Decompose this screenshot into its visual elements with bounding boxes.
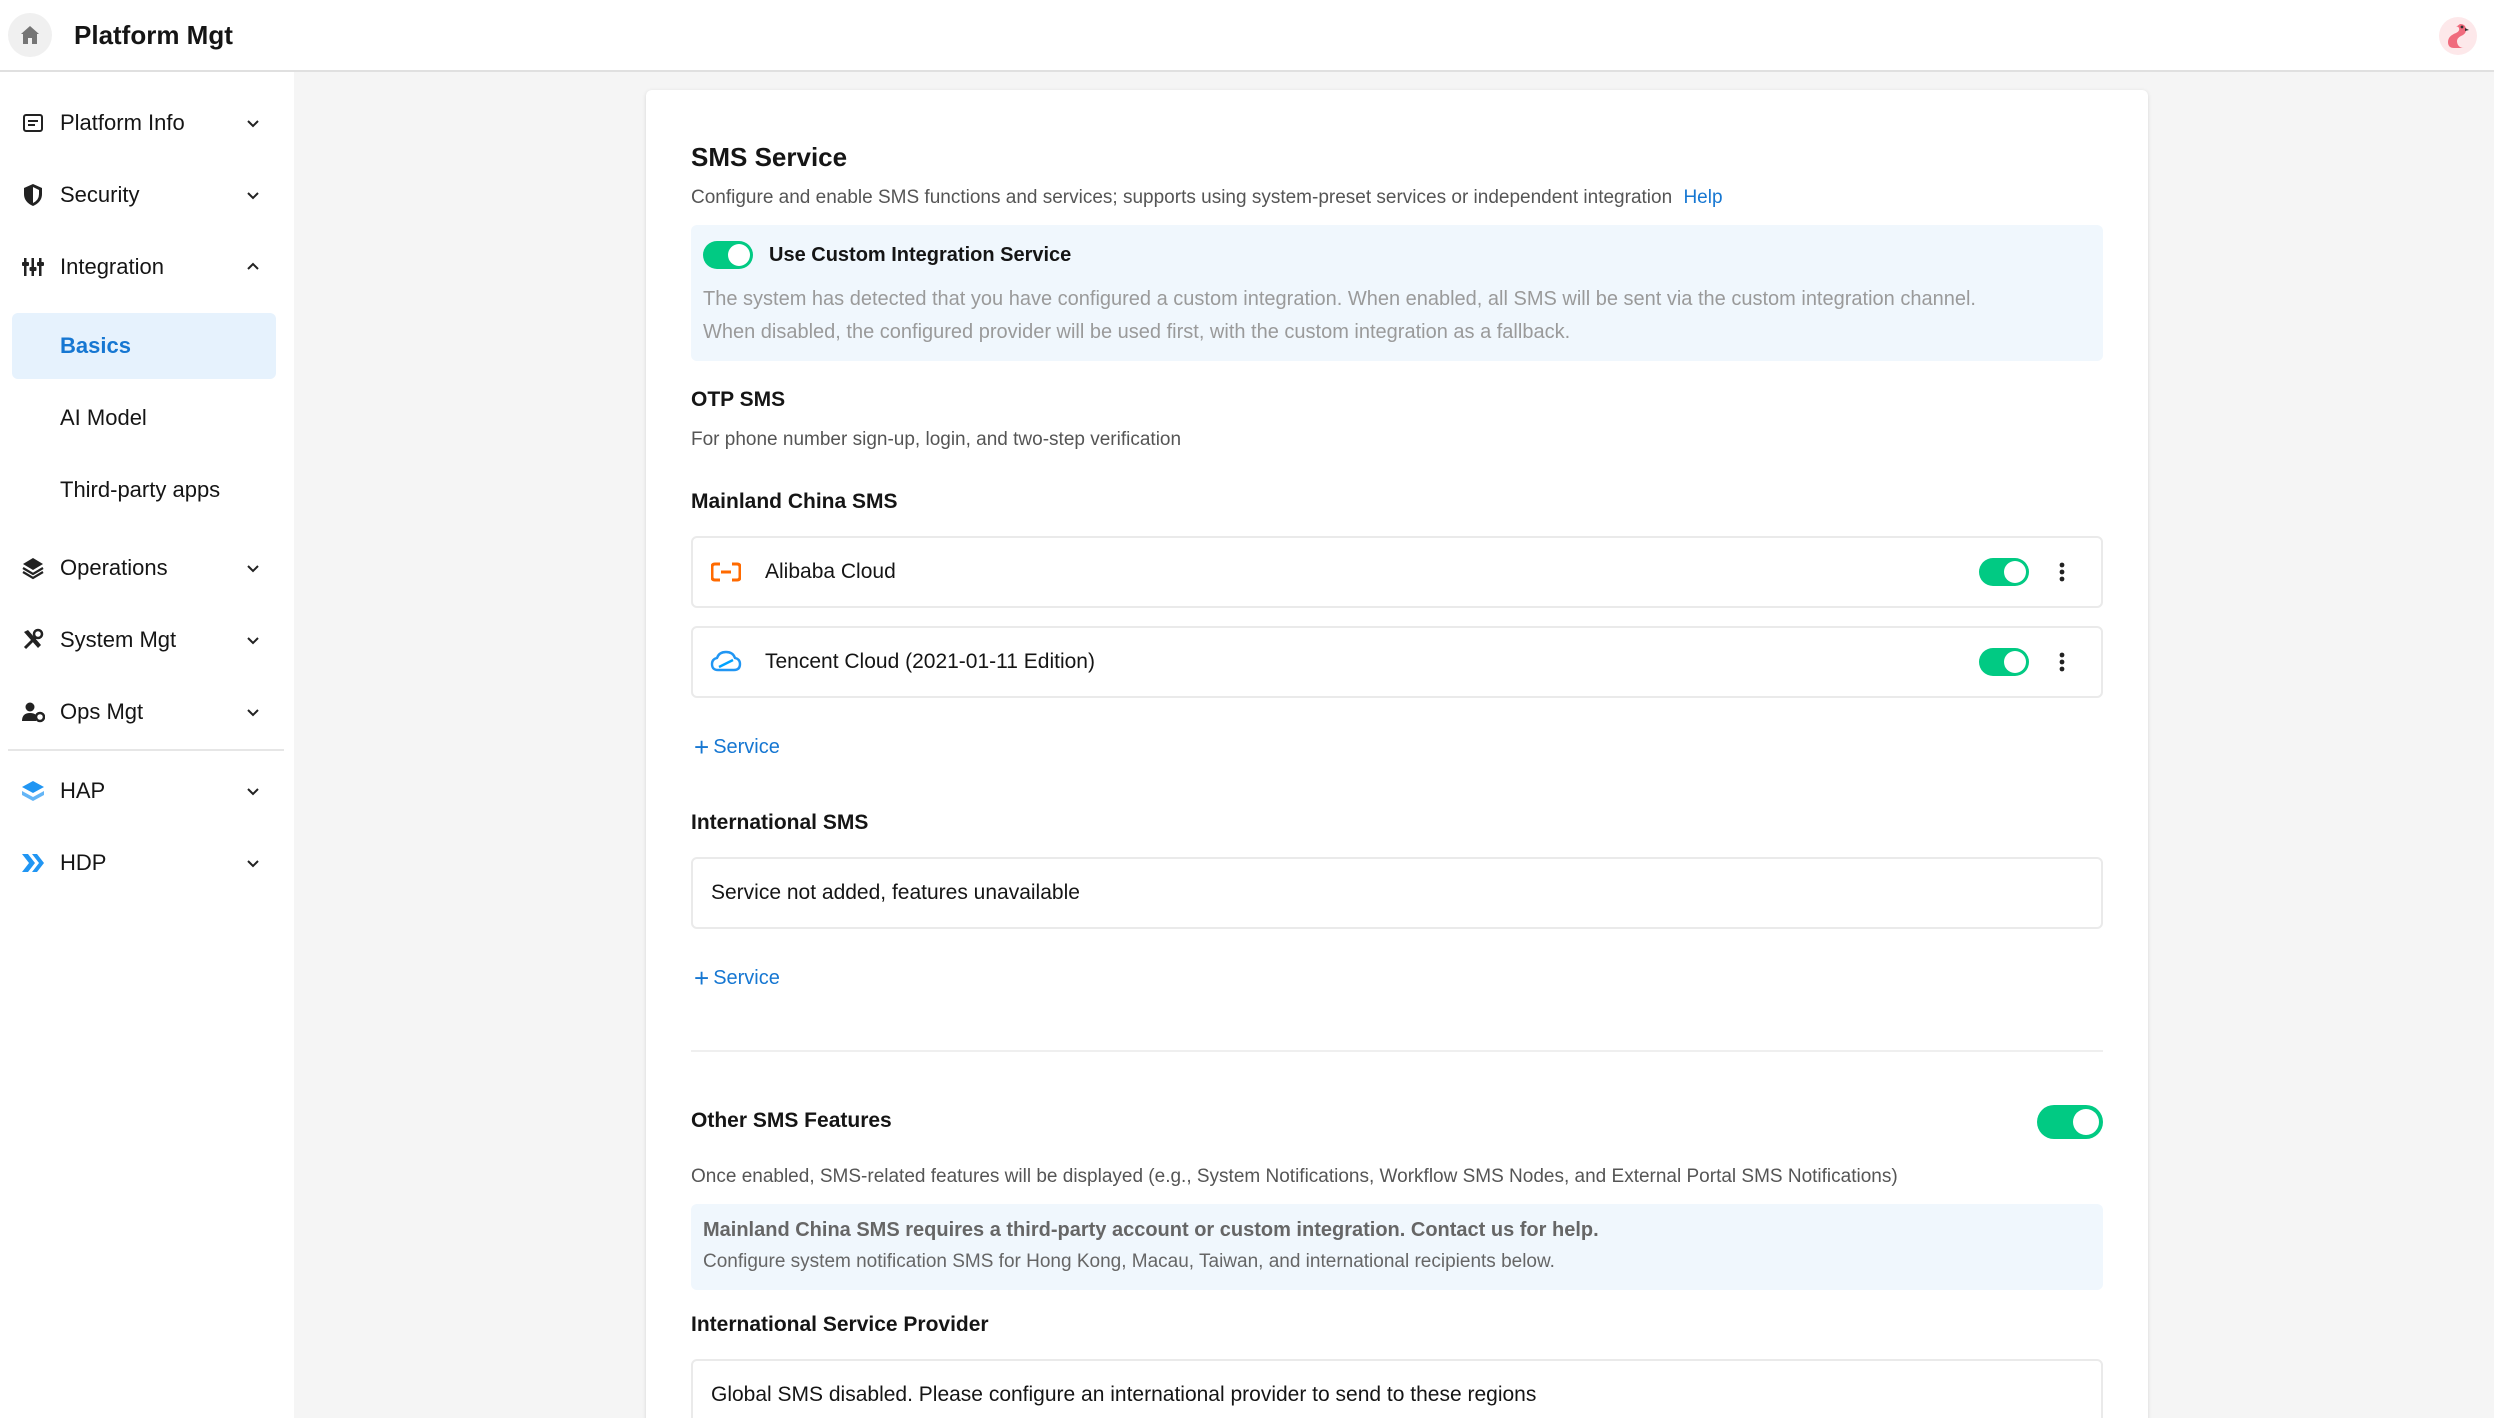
other-sms-features-toggle[interactable]: [2037, 1105, 2103, 1139]
add-mainland-service-button[interactable]: + Service: [694, 734, 780, 760]
sidebar-subitem-ai-model[interactable]: AI Model: [12, 385, 276, 451]
sidebar: Platform Info Security Integration Basic…: [0, 72, 294, 1418]
other-sms-notice-line: Configure system notification SMS for Ho…: [703, 1251, 1555, 1272]
sidebar-item-security[interactable]: Security: [12, 165, 278, 225]
intl-provider-title: International Service Provider: [691, 1313, 989, 1336]
avatar-flamingo-icon: [2439, 17, 2477, 55]
sidebar-item-operations[interactable]: Operations: [12, 538, 278, 598]
sidebar-divider: [8, 749, 284, 751]
intl-provider-empty-state: Global SMS disabled. Please configure an…: [691, 1359, 2103, 1418]
sidebar-item-label: Operations: [60, 555, 168, 580]
sidebar-item-label: System Mgt: [60, 627, 177, 652]
top-bar: Platform Mgt: [0, 0, 2494, 72]
other-sms-features-title: Other SMS Features: [691, 1109, 892, 1132]
sidebar-item-label: HAP: [60, 778, 106, 803]
custom-integration-label: Use Custom Integration Service: [769, 244, 1072, 266]
sidebar-item-label: HDP: [60, 850, 107, 875]
provider-row-tencent: Tencent Cloud (2021-01-11 Edition): [691, 626, 2103, 698]
provider-name: Tencent Cloud (2021-01-11 Edition): [765, 650, 1095, 673]
section-divider: [691, 1050, 2103, 1052]
home-icon: [21, 26, 39, 44]
chevron-up-icon: [242, 256, 264, 278]
other-sms-notice-bold: Mainland China SMS requires a third-part…: [703, 1219, 1599, 1241]
tencent-cloud-icon: [709, 645, 743, 679]
sms-settings-card: SMS Service Configure and enable SMS fun…: [646, 90, 2148, 1418]
sidebar-item-hdp[interactable]: HDP: [12, 833, 278, 893]
sidebar-item-label: Ops Mgt: [60, 699, 144, 724]
chevron-down-icon: [242, 112, 264, 134]
home-button[interactable]: [8, 13, 52, 57]
plus-icon: +: [694, 963, 710, 993]
tools-icon: [20, 627, 46, 653]
plus-icon: +: [694, 732, 710, 762]
provider-name: Alibaba Cloud: [765, 560, 896, 583]
more-options-icon[interactable]: [2047, 647, 2077, 677]
custom-integration-toggle[interactable]: [703, 241, 753, 269]
hap-icon: [20, 778, 46, 804]
otp-sms-title: OTP SMS: [691, 388, 786, 411]
sidebar-subitem-basics[interactable]: Basics: [12, 313, 276, 379]
sidebar-item-platform-info[interactable]: Platform Info: [12, 93, 278, 153]
layers-icon: [20, 555, 46, 581]
sidebar-item-ops-mgt[interactable]: Ops Mgt: [12, 682, 278, 742]
user-gear-icon: [20, 699, 46, 725]
section-title-sms: SMS Service: [691, 142, 848, 172]
sms-description: Configure and enable SMS functions and s…: [691, 187, 1723, 209]
info-card-icon: [20, 110, 46, 136]
sidebar-item-label: Platform Info: [60, 110, 185, 135]
custom-integration-panel: Use Custom Integration Service The syste…: [691, 225, 2103, 361]
sidebar-item-system-mgt[interactable]: System Mgt: [12, 610, 278, 670]
mainland-sms-title: Mainland China SMS: [691, 490, 898, 513]
other-sms-notice: Mainland China SMS requires a third-part…: [691, 1204, 2103, 1290]
add-international-service-button[interactable]: + Service: [694, 965, 780, 991]
custom-integration-note-2: When disabled, the configured provider w…: [703, 321, 1571, 343]
sidebar-item-label: Security: [60, 182, 140, 207]
shield-icon: [20, 182, 46, 208]
chevron-down-icon: [242, 780, 264, 802]
integration-icon: [20, 254, 46, 280]
sidebar-subitem-third-party-apps[interactable]: Third-party apps: [12, 457, 276, 523]
avatar[interactable]: [2436, 14, 2480, 58]
provider-row-alibaba: Alibaba Cloud: [691, 536, 2103, 608]
sidebar-item-integration[interactable]: Integration: [12, 237, 278, 297]
sidebar-item-label: Integration: [60, 254, 164, 279]
otp-sms-description: For phone number sign-up, login, and two…: [691, 429, 1182, 450]
add-service-label: Service: [713, 966, 780, 989]
sidebar-item-hap[interactable]: HAP: [12, 761, 278, 821]
custom-integration-note-1: The system has detected that you have co…: [703, 288, 1976, 310]
other-sms-description: Once enabled, SMS-related features will …: [691, 1166, 1898, 1187]
chevron-down-icon: [242, 629, 264, 651]
alibaba-toggle[interactable]: [1979, 558, 2029, 586]
add-service-label: Service: [713, 735, 780, 758]
hdp-icon: [20, 850, 46, 876]
sms-description-text: Configure and enable SMS functions and s…: [691, 187, 1673, 208]
chevron-down-icon: [242, 184, 264, 206]
chevron-down-icon: [242, 701, 264, 723]
alibaba-cloud-icon: [709, 555, 743, 589]
app-title: Platform Mgt: [74, 19, 233, 50]
chevron-down-icon: [242, 852, 264, 874]
chevron-down-icon: [242, 557, 264, 579]
tencent-toggle[interactable]: [1979, 648, 2029, 676]
international-empty-state: Service not added, features unavailable: [691, 857, 2103, 929]
more-options-icon[interactable]: [2047, 557, 2077, 587]
help-link[interactable]: Help: [1683, 187, 1722, 208]
international-sms-title: International SMS: [691, 811, 869, 834]
